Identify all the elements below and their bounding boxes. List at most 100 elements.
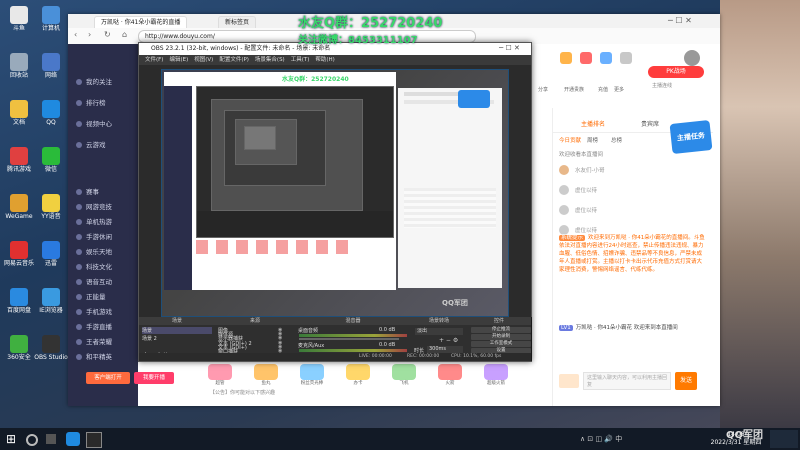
sidebar-item[interactable]: 云游戏 (68, 137, 138, 153)
obs-preview[interactable]: QQ军团 水友Q群：252720240 (161, 69, 509, 317)
desktop-icon[interactable]: 网易云音乐 (2, 241, 36, 267)
desktop-icon[interactable]: 腾讯游戏 (2, 147, 36, 173)
subtab-week[interactable]: 周榜 (587, 136, 598, 144)
history-icon[interactable] (580, 52, 592, 64)
sidebar-item[interactable]: 排行榜 (68, 95, 138, 111)
obs-menu-item[interactable]: 视图(V) (194, 57, 213, 63)
show-desktop-button[interactable] (770, 430, 798, 448)
more-button[interactable]: 更多 (614, 86, 624, 93)
scene-item[interactable]: 场景 2 (142, 335, 157, 342)
tab-vip-seat[interactable]: 贵宾席 (641, 118, 659, 132)
mixer-desktop-slider[interactable] (299, 338, 399, 340)
sidebar-item-label: 科技文化 (86, 263, 112, 271)
share-button[interactable]: 分享 (538, 86, 548, 93)
desktop-icon[interactable]: YY语音 (34, 194, 68, 220)
gift-item[interactable]: 飞机 (392, 364, 416, 386)
sidebar-item[interactable]: 语音互动 (68, 274, 138, 290)
recharge-button[interactable]: 充值 (598, 86, 608, 93)
noble-button[interactable]: 开通贵族 (564, 86, 584, 93)
obs-control-button[interactable]: 工作室模式 (471, 341, 531, 347)
open-client-button[interactable]: 客户端打开 (86, 372, 130, 384)
sidebar-item[interactable]: 科技文化 (68, 259, 138, 275)
transition-add-icon[interactable]: + − ⚙ (439, 337, 458, 344)
desktop-icon[interactable]: 微信 (34, 147, 68, 173)
obs-menu-item[interactable]: 编辑(E) (169, 57, 188, 63)
search-icon[interactable] (26, 434, 38, 446)
pk-battle-button[interactable]: PK战场 (648, 66, 704, 78)
obs-menu-item[interactable]: 工具(T) (291, 57, 310, 63)
gift-item[interactable]: 火箭 (438, 364, 462, 386)
sidebar-item[interactable]: 视频中心 (68, 116, 138, 132)
desktop-icon-label: 文档 (12, 119, 25, 126)
nav-forward-icon[interactable]: › (88, 30, 91, 39)
desktop-icon[interactable]: 文档 (2, 100, 36, 126)
obs-control-button[interactable]: 开始录制 (471, 334, 531, 340)
client-icon[interactable] (620, 52, 632, 64)
obs-window-controls[interactable]: ─ ☐ ✕ (499, 44, 520, 52)
obs-menu-item[interactable]: 帮助(H) (315, 57, 334, 63)
gift-item[interactable]: 超级火箭 (484, 364, 508, 386)
anchor-task-badge[interactable]: 主播任务 (669, 119, 713, 155)
gift-item[interactable]: 鱼丸 (254, 364, 278, 386)
desktop-icon[interactable]: 回收站 (2, 53, 36, 79)
qq-group-watermark: 水友Q群：252720240 关注微博：8453311107 (298, 12, 442, 46)
rank-row[interactable]: 虚位以待 (559, 204, 709, 218)
obs-menu-item[interactable]: 场景集合(S) (255, 57, 285, 63)
browser-tab-active[interactable]: 万凯哒 · 你41朵小霸花的直播 (94, 16, 188, 28)
emoji-icon[interactable] (559, 374, 579, 388)
scene-item-active[interactable]: 场景 (142, 327, 212, 334)
subtab-total[interactable]: 总榜 (611, 136, 622, 144)
desktop-icon[interactable]: QQ (34, 100, 68, 126)
start-live-button[interactable]: 我要开播 (134, 372, 174, 384)
transition-duration-input[interactable]: 300ms (427, 346, 463, 353)
browser-taskbar-icon[interactable] (66, 432, 80, 446)
desktop-icon[interactable]: IE浏览器 (34, 288, 68, 314)
sidebar-item[interactable]: 手游直播 (68, 319, 138, 335)
sidebar-item-icon (76, 249, 82, 255)
desktop-icon[interactable]: 百度网盘 (2, 288, 36, 314)
user-avatar[interactable] (684, 50, 700, 66)
obs-menu-item[interactable]: 文件(F) (145, 57, 163, 63)
browser-tab-new[interactable]: 新标签页 (218, 16, 257, 28)
sidebar-item[interactable]: 我的关注 (68, 74, 138, 90)
desktop-icon[interactable]: 斗鱼 (2, 6, 36, 32)
obs-menu-item[interactable]: 配置文件(P) (219, 57, 249, 63)
rank-row[interactable]: 水友们-小哥 (559, 164, 709, 178)
sidebar-item[interactable]: 单机热游 (68, 214, 138, 230)
obs-taskbar-icon[interactable] (86, 432, 102, 448)
send-button[interactable]: 发送 (675, 372, 697, 390)
gift-item[interactable]: 办卡 (346, 364, 370, 386)
watermark-line1: 水友Q群：252720240 (298, 16, 443, 31)
gift-item[interactable]: 超管 (208, 364, 232, 386)
sidebar-item[interactable]: 正能量 (68, 289, 138, 305)
transition-select[interactable]: 淡出 (415, 328, 463, 335)
refresh-icon[interactable]: ↻ (104, 30, 111, 39)
desktop-icon[interactable]: 计算机 (34, 6, 68, 32)
sidebar-item[interactable]: 和平精英 (68, 349, 138, 365)
sidebar-item[interactable]: 王者荣耀 (68, 334, 138, 350)
message-icon[interactable] (600, 52, 612, 64)
task-view-icon[interactable] (46, 434, 56, 444)
subtab-today[interactable]: 今日贡献 (559, 136, 581, 144)
desktop-icon[interactable]: WeGame (2, 194, 36, 220)
rank-row[interactable]: 虚位以待 (559, 184, 709, 198)
chat-input[interactable]: 这里输入聊天内容，可以利用主播回复 (583, 372, 671, 390)
sidebar-item[interactable]: 赛事 (68, 184, 138, 200)
sidebar-item[interactable]: 手机游戏 (68, 304, 138, 320)
tab-anchor-rank[interactable]: 主播排名 (581, 118, 605, 132)
desktop-icon[interactable]: 迅雷 (34, 241, 68, 267)
sidebar-item[interactable]: 手游休闲 (68, 229, 138, 245)
obs-control-button[interactable]: 停止推流 (471, 327, 531, 333)
tray-icons[interactable]: ∧ ⊡ ◫ 🔊 中 (580, 434, 622, 444)
window-controls[interactable]: ─ ☐ ✕ (668, 16, 692, 25)
gift-item[interactable]: 粉丝荧光棒 (300, 364, 324, 386)
follow-icon[interactable] (560, 52, 572, 64)
desktop-icon[interactable]: 网络 (34, 53, 68, 79)
sidebar-item[interactable]: 娱乐天地 (68, 244, 138, 260)
desktop-icon[interactable]: 360安全 (2, 335, 36, 361)
desktop-icon[interactable]: OBS Studio (34, 335, 68, 361)
sidebar-item[interactable]: 网游竞技 (68, 199, 138, 215)
home-icon[interactable]: ⌂ (122, 30, 127, 39)
nav-back-icon[interactable]: ‹ (74, 30, 77, 39)
windows-start-icon[interactable]: ⊞ (6, 432, 20, 446)
